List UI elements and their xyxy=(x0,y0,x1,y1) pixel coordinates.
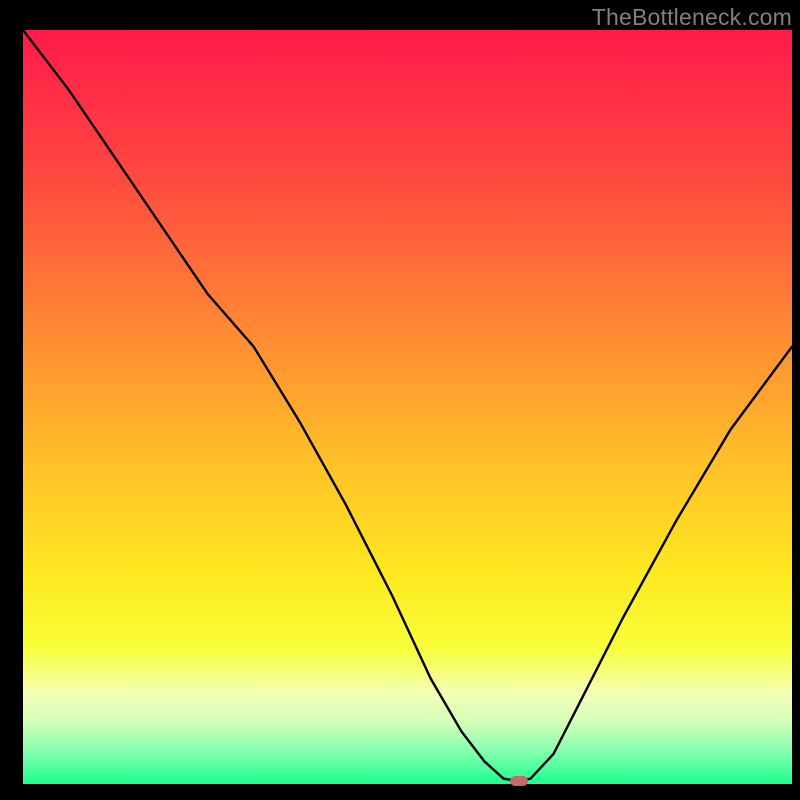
plot-background xyxy=(23,30,792,784)
chart-frame: TheBottleneck.com xyxy=(0,0,800,800)
optimal-marker xyxy=(510,776,528,786)
bottleneck-chart xyxy=(0,0,800,800)
watermark-text: TheBottleneck.com xyxy=(592,4,792,31)
